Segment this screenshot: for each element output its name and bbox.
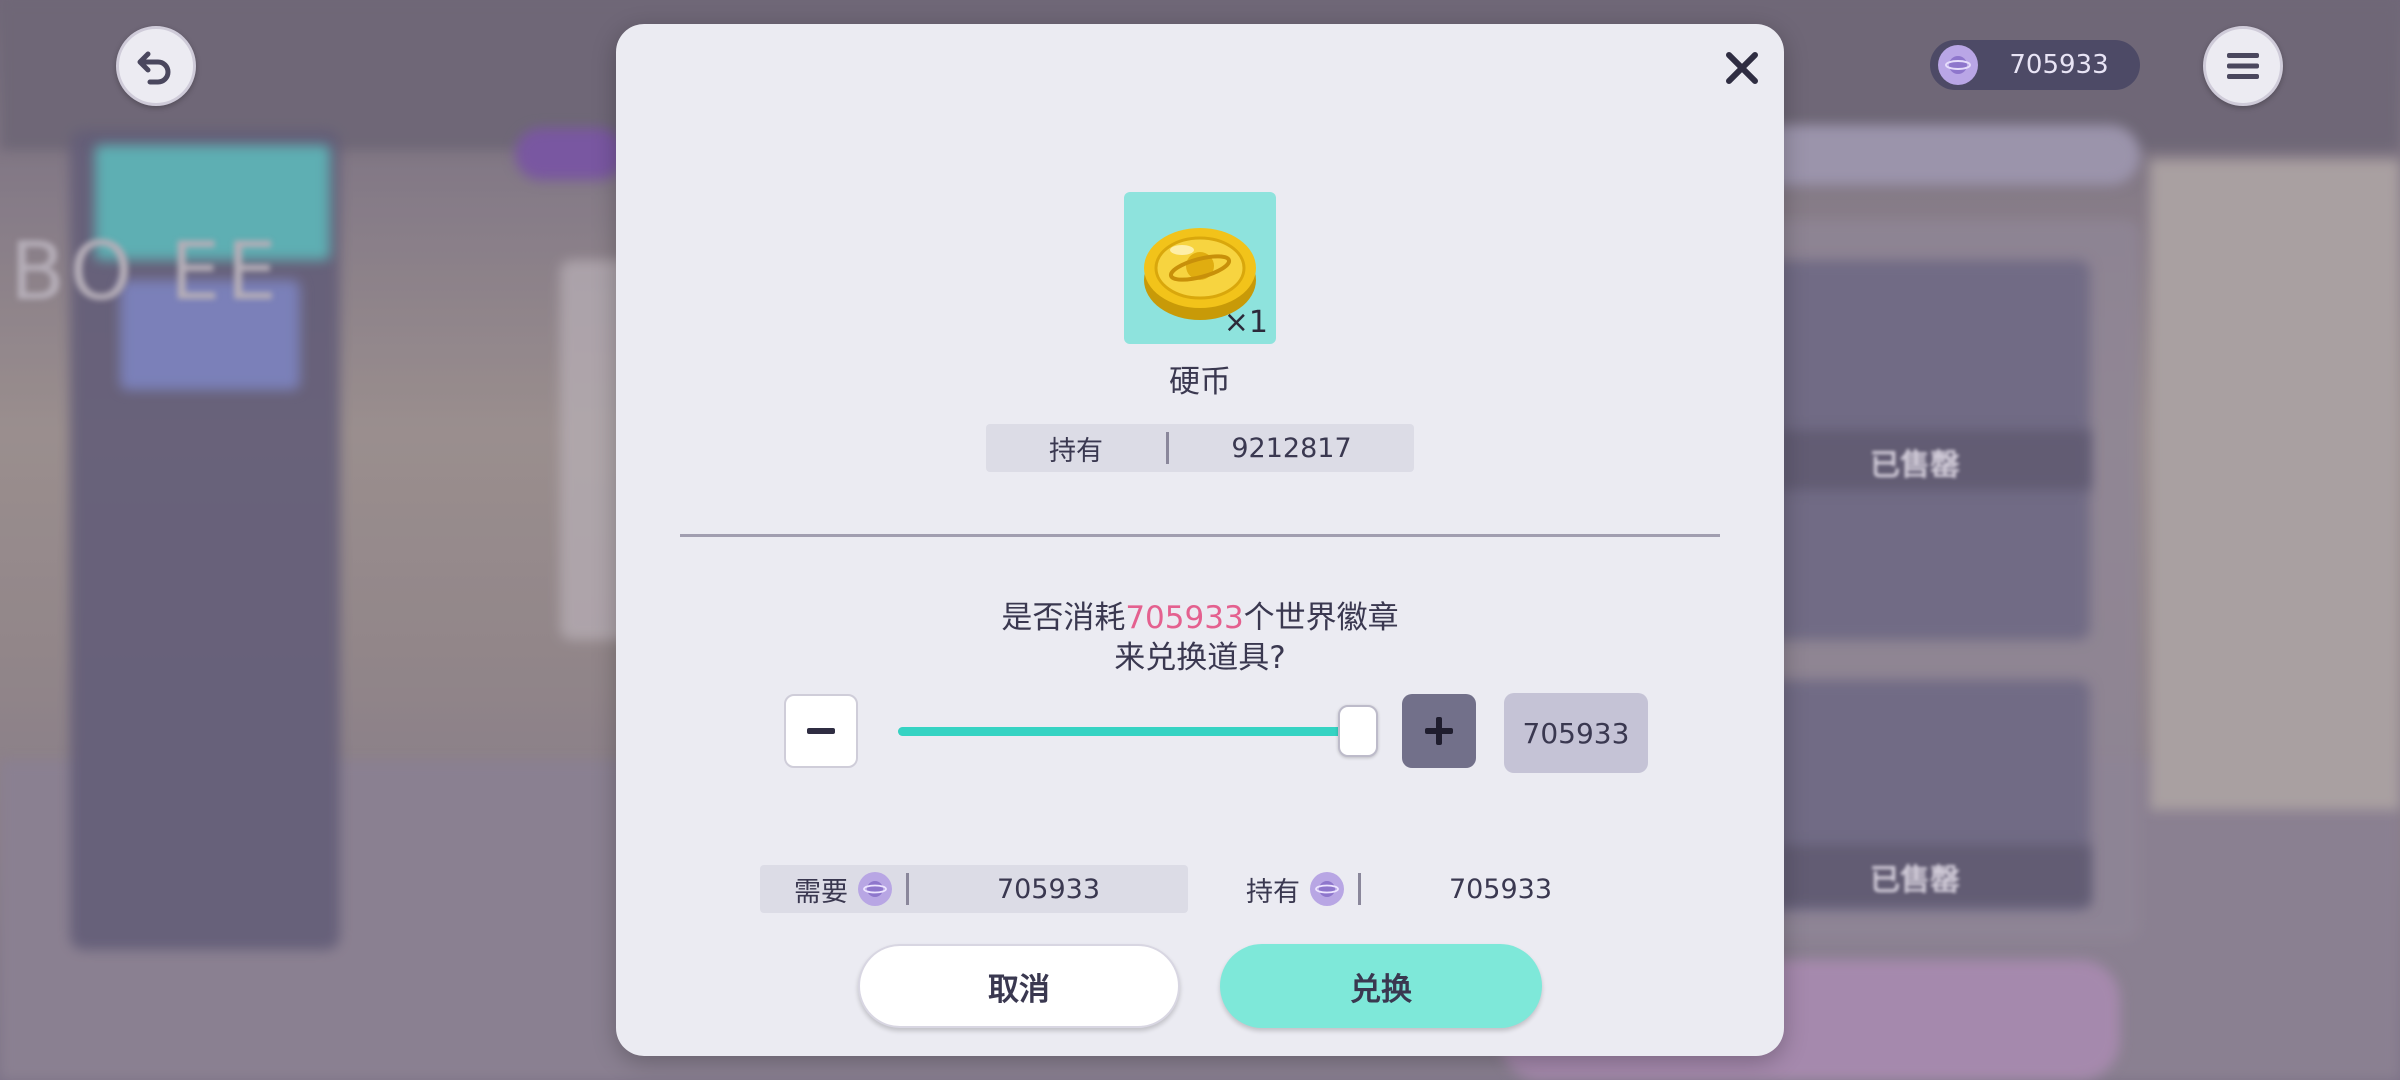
slider-handle[interactable]	[1338, 705, 1378, 757]
need-value: 705933	[996, 873, 1101, 905]
exchange-dialog: ×1 硬币 持有 9212817 是否消耗705933个世界徽章 来兑换道具? …	[616, 24, 1784, 1056]
question-line-2: 来兑换道具?	[1114, 640, 1286, 676]
close-icon	[1726, 52, 1758, 84]
slider-fill	[898, 727, 1358, 736]
exchange-question: 是否消耗705933个世界徽章 来兑换道具?	[616, 598, 1784, 678]
holding-value: 9212817	[1231, 432, 1352, 464]
world-badge-icon	[1938, 45, 1978, 85]
exchange-button[interactable]: 兑换	[1220, 944, 1542, 1028]
back-arrow-icon	[137, 51, 171, 85]
quantity-input[interactable]: 705933	[1504, 693, 1648, 773]
hamburger-menu-icon	[2227, 53, 2259, 79]
have-value: 705933	[1448, 873, 1553, 905]
item-icon-box: ×1	[1124, 192, 1276, 344]
item-name: 硬币	[1169, 364, 1231, 400]
decrease-button[interactable]	[784, 694, 858, 768]
quantity-slider[interactable]	[898, 705, 1378, 757]
question-line-1: 是否消耗705933个世界徽章	[616, 598, 1784, 638]
holding-label: 持有	[1049, 435, 1103, 467]
menu-button[interactable]	[2203, 26, 2283, 106]
item-quantity: ×1	[1223, 305, 1268, 340]
need-label: 需要	[794, 876, 848, 908]
section-divider	[680, 534, 1720, 537]
world-badge-icon	[858, 872, 892, 906]
question-suffix: 个世界徽章	[1243, 600, 1399, 636]
back-button[interactable]	[116, 26, 196, 106]
have-label: 持有	[1246, 876, 1300, 908]
question-amount: 705933	[1125, 600, 1244, 636]
currency-value: 705933	[2009, 50, 2109, 80]
close-button[interactable]	[1716, 42, 1768, 94]
holding-bar: 持有 9212817	[986, 424, 1414, 472]
cost-holding: 持有 705933	[1212, 865, 1640, 913]
cancel-button[interactable]: 取消	[858, 944, 1180, 1028]
question-prefix: 是否消耗	[1001, 600, 1126, 636]
minus-icon	[807, 728, 835, 734]
increase-button[interactable]	[1402, 694, 1476, 768]
world-badge-icon	[1310, 872, 1344, 906]
cost-required: 需要 705933	[760, 865, 1188, 913]
currency-display: 705933	[1930, 40, 2140, 90]
plus-icon	[1425, 717, 1453, 745]
